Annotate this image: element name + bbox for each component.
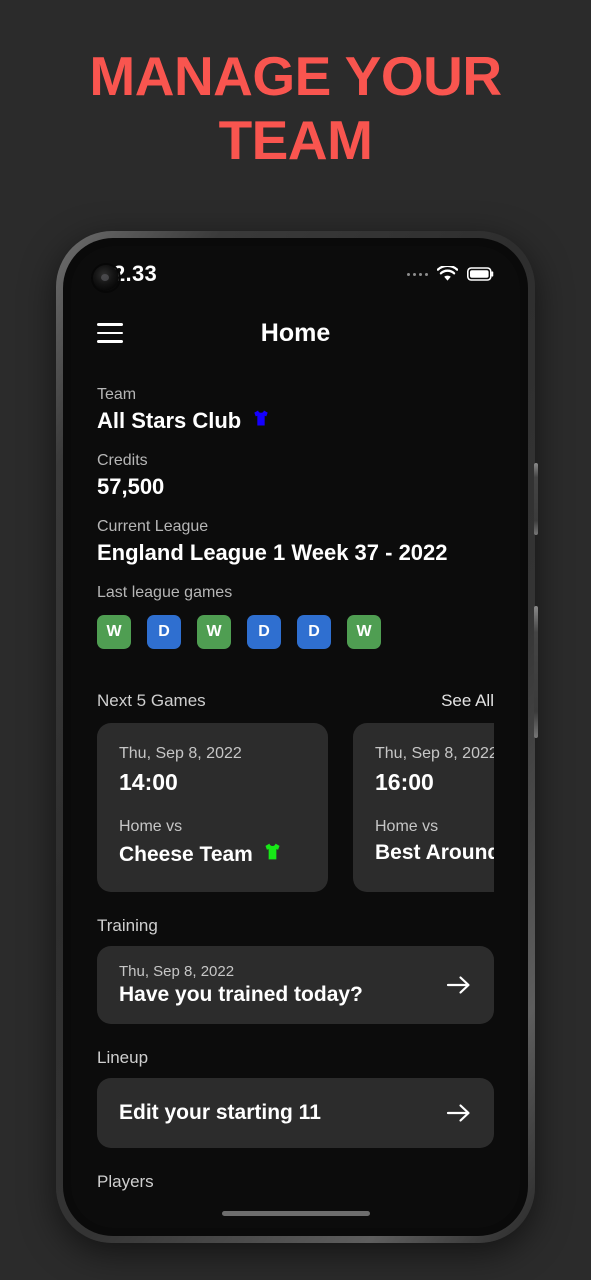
game-venue: Home vs <box>119 818 183 835</box>
result-badge[interactable]: D <box>147 615 181 649</box>
signal-dots-icon <box>407 272 428 276</box>
game-date: Thu, Sep 8, 2022 <box>119 745 242 762</box>
opponent-jersey-icon <box>262 841 283 868</box>
result-badge[interactable]: D <box>247 615 281 649</box>
lineup-label: Lineup <box>97 1048 149 1067</box>
credits-value: 57,500 <box>97 474 165 499</box>
lineup-action-text: Edit your starting 11 <box>119 1101 321 1124</box>
wifi-icon <box>437 266 458 282</box>
game-card[interactable]: Thu, Sep 8, 2022 14:00 Home vs Cheese Te… <box>97 723 328 892</box>
home-content: Team All Stars Club Credits 57,500 Curre… <box>71 364 520 1192</box>
result-badge[interactable]: W <box>197 615 231 649</box>
result-badge[interactable]: W <box>347 615 381 649</box>
power-button[interactable] <box>534 606 538 738</box>
app-header: Home <box>71 302 520 364</box>
game-date: Thu, Sep 8, 2022 <box>375 745 494 762</box>
next-games-scroller[interactable]: Thu, Sep 8, 2022 14:00 Home vs Cheese Te… <box>97 723 494 892</box>
game-venue: Home vs <box>375 818 439 835</box>
volume-button[interactable] <box>534 463 538 535</box>
team-label: Team <box>97 386 137 403</box>
home-indicator[interactable] <box>221 1211 370 1216</box>
hamburger-menu-icon[interactable] <box>97 323 123 343</box>
status-icons <box>407 266 494 282</box>
promo-headline: MANAGE YOUR TEAM <box>89 45 502 171</box>
game-card[interactable]: Thu, Sep 8, 2022 16:00 Home vs Best Arou… <box>353 723 494 892</box>
team-value-row: All Stars Club <box>97 408 494 434</box>
credits-label: Credits <box>97 452 148 469</box>
game-time: 16:00 <box>375 769 434 795</box>
phone-screen: 2.33 Home Team All Stars Club Credits 57… <box>71 246 520 1228</box>
game-time: 14:00 <box>119 769 178 795</box>
phone-device-frame: 2.33 Home Team All Stars Club Credits 57… <box>56 231 538 1243</box>
team-jersey-icon <box>251 408 271 434</box>
result-badge[interactable]: W <box>97 615 131 649</box>
current-league-label: Current League <box>97 518 209 535</box>
battery-icon <box>467 267 494 281</box>
phone-bezel: 2.33 Home Team All Stars Club Credits 57… <box>63 238 528 1236</box>
team-name: All Stars Club <box>97 408 242 433</box>
lineup-card[interactable]: Edit your starting 11 <box>97 1078 494 1148</box>
front-camera-punch-hole-icon <box>93 265 119 291</box>
players-label: Players <box>97 1172 154 1191</box>
game-opponent-row: Best Around F <box>375 841 494 865</box>
last-league-games-label: Last league games <box>97 584 233 601</box>
training-prompt: Have you trained today? <box>119 983 363 1006</box>
arrow-right-icon <box>446 1102 472 1124</box>
training-date: Thu, Sep 8, 2022 <box>119 963 235 980</box>
last-league-games-row: W D W D D W <box>97 615 494 649</box>
current-league-value: England League 1 Week 37 - 2022 <box>97 540 448 565</box>
game-opponent-row: Cheese Team <box>119 841 306 868</box>
training-card[interactable]: Thu, Sep 8, 2022 Have you trained today? <box>97 946 494 1024</box>
game-opponent-name: Best Around F <box>375 841 494 864</box>
game-opponent-name: Cheese Team <box>119 842 253 866</box>
next-games-title: Next 5 Games <box>97 691 206 710</box>
next-games-header: Next 5 Games See All <box>97 691 494 711</box>
status-bar: 2.33 <box>71 246 520 302</box>
training-label: Training <box>97 916 158 935</box>
page-title: Home <box>260 318 331 347</box>
training-text: Thu, Sep 8, 2022 Have you trained today? <box>119 963 363 1007</box>
result-badge[interactable]: D <box>297 615 331 649</box>
see-all-link[interactable]: See All <box>441 691 494 711</box>
arrow-right-icon <box>446 974 472 996</box>
